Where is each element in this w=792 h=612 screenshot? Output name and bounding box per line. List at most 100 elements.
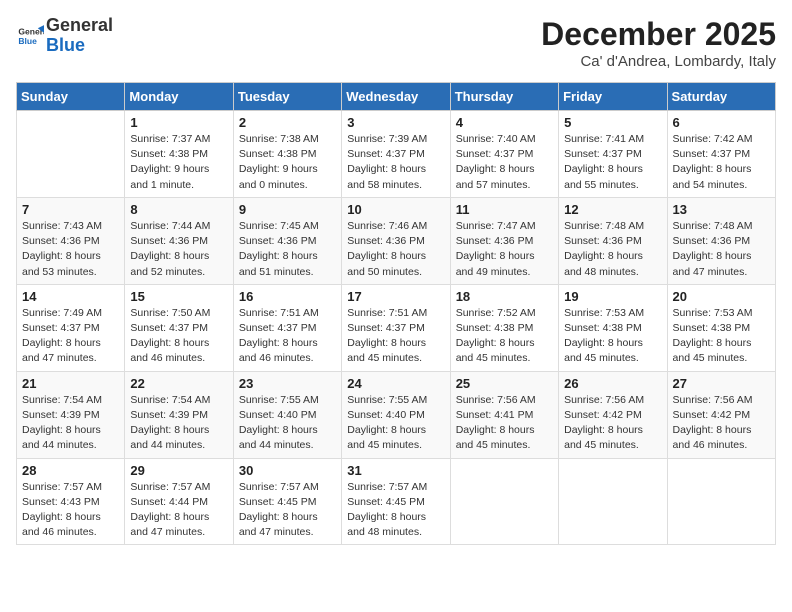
svg-text:Blue: Blue (18, 36, 37, 46)
logo: General Blue General Blue (16, 16, 113, 56)
day-number: 28 (22, 463, 119, 478)
day-number: 18 (456, 289, 553, 304)
day-number: 9 (239, 202, 336, 217)
weekday-header: Monday (125, 83, 233, 111)
weekday-header: Thursday (450, 83, 558, 111)
calendar-cell: 7 Sunrise: 7:43 AM Sunset: 4:36 PM Daylig… (17, 197, 125, 284)
calendar-cell: 24Sunrise: 7:55 AM Sunset: 4:40 PM Dayli… (342, 371, 450, 458)
day-info: Sunrise: 7:48 AM Sunset: 4:36 PM Dayligh… (673, 219, 770, 280)
day-number: 12 (564, 202, 661, 217)
day-info: Sunrise: 7:57 AM Sunset: 4:43 PM Dayligh… (22, 480, 119, 541)
calendar-cell: 25Sunrise: 7:56 AM Sunset: 4:41 PM Dayli… (450, 371, 558, 458)
day-info: Sunrise: 7:55 AM Sunset: 4:40 PM Dayligh… (239, 393, 336, 454)
day-number: 7 (22, 202, 119, 217)
day-number: 13 (673, 202, 770, 217)
day-info: Sunrise: 7:46 AM Sunset: 4:36 PM Dayligh… (347, 219, 444, 280)
calendar-cell: 18Sunrise: 7:52 AM Sunset: 4:38 PM Dayli… (450, 284, 558, 371)
calendar-cell: 11 Sunrise: 7:47 AM Sunset: 4:36 PM Dayli… (450, 197, 558, 284)
day-info: Sunrise: 7:56 AM Sunset: 4:42 PM Dayligh… (564, 393, 661, 454)
day-number: 23 (239, 376, 336, 391)
day-number: 27 (673, 376, 770, 391)
day-info: Sunrise: 7:47 AM Sunset: 4:36 PM Dayligh… (456, 219, 553, 280)
day-number: 10 (347, 202, 444, 217)
calendar-cell: 14 Sunrise: 7:49 AM Sunset: 4:37 PM Dayli… (17, 284, 125, 371)
day-number: 1 (130, 115, 227, 130)
calendar-cell: 8 Sunrise: 7:44 AM Sunset: 4:36 PM Daylig… (125, 197, 233, 284)
day-info: Sunrise: 7:37 AM Sunset: 4:38 PM Dayligh… (130, 132, 227, 193)
calendar-cell (559, 458, 667, 545)
calendar-cell: 10 Sunrise: 7:46 AM Sunset: 4:36 PM Dayli… (342, 197, 450, 284)
day-info: Sunrise: 7:54 AM Sunset: 4:39 PM Dayligh… (130, 393, 227, 454)
day-number: 15 (130, 289, 227, 304)
day-info: Sunrise: 7:54 AM Sunset: 4:39 PM Dayligh… (22, 393, 119, 454)
weekday-header: Tuesday (233, 83, 341, 111)
day-number: 31 (347, 463, 444, 478)
calendar-cell: 28 Sunrise: 7:57 AM Sunset: 4:43 PM Dayli… (17, 458, 125, 545)
day-info: Sunrise: 7:40 AM Sunset: 4:37 PM Dayligh… (456, 132, 553, 193)
day-number: 20 (673, 289, 770, 304)
day-info: Sunrise: 7:49 AM Sunset: 4:37 PM Dayligh… (22, 306, 119, 367)
day-info: Sunrise: 7:48 AM Sunset: 4:36 PM Dayligh… (564, 219, 661, 280)
day-number: 17 (347, 289, 444, 304)
day-number: 8 (130, 202, 227, 217)
day-number: 26 (564, 376, 661, 391)
calendar-cell: 21Sunrise: 7:54 AM Sunset: 4:39 PM Dayli… (17, 371, 125, 458)
calendar-cell: 2 Sunrise: 7:38 AM Sunset: 4:38 PM Daylig… (233, 111, 341, 198)
weekday-header: Saturday (667, 83, 775, 111)
calendar-cell: 19 Sunrise: 7:53 AM Sunset: 4:38 PM Dayli… (559, 284, 667, 371)
calendar-cell: 20 Sunrise: 7:53 AM Sunset: 4:38 PM Dayli… (667, 284, 775, 371)
day-info: Sunrise: 7:42 AM Sunset: 4:37 PM Dayligh… (673, 132, 770, 193)
day-number: 11 (456, 202, 553, 217)
calendar-cell: 4 Sunrise: 7:40 AM Sunset: 4:37 PM Daylig… (450, 111, 558, 198)
calendar-cell: 17 Sunrise: 7:51 AM Sunset: 4:37 PM Dayli… (342, 284, 450, 371)
month-title: December 2025 (541, 16, 776, 53)
calendar-cell: 3Sunrise: 7:39 AM Sunset: 4:37 PM Daylig… (342, 111, 450, 198)
day-info: Sunrise: 7:53 AM Sunset: 4:38 PM Dayligh… (564, 306, 661, 367)
day-info: Sunrise: 7:43 AM Sunset: 4:36 PM Dayligh… (22, 219, 119, 280)
calendar-cell: 13 Sunrise: 7:48 AM Sunset: 4:36 PM Dayli… (667, 197, 775, 284)
calendar-cell: 5 Sunrise: 7:41 AM Sunset: 4:37 PM Daylig… (559, 111, 667, 198)
day-number: 3 (347, 115, 444, 130)
calendar-cell: 16 Sunrise: 7:51 AM Sunset: 4:37 PM Dayli… (233, 284, 341, 371)
day-info: Sunrise: 7:56 AM Sunset: 4:42 PM Dayligh… (673, 393, 770, 454)
calendar-cell (17, 111, 125, 198)
day-info: Sunrise: 7:38 AM Sunset: 4:38 PM Dayligh… (239, 132, 336, 193)
calendar-table: SundayMondayTuesdayWednesdayThursdayFrid… (16, 82, 776, 545)
day-number: 16 (239, 289, 336, 304)
logo-general: General (46, 15, 113, 35)
day-info: Sunrise: 7:53 AM Sunset: 4:38 PM Dayligh… (673, 306, 770, 367)
day-number: 30 (239, 463, 336, 478)
day-number: 2 (239, 115, 336, 130)
calendar-cell: 1 Sunrise: 7:37 AM Sunset: 4:38 PM Daylig… (125, 111, 233, 198)
calendar-cell: 23 Sunrise: 7:55 AM Sunset: 4:40 PM Dayli… (233, 371, 341, 458)
day-info: Sunrise: 7:51 AM Sunset: 4:37 PM Dayligh… (347, 306, 444, 367)
day-info: Sunrise: 7:51 AM Sunset: 4:37 PM Dayligh… (239, 306, 336, 367)
title-section: December 2025 Ca' d'Andrea, Lombardy, It… (541, 16, 776, 70)
calendar-cell (667, 458, 775, 545)
day-number: 5 (564, 115, 661, 130)
day-info: Sunrise: 7:50 AM Sunset: 4:37 PM Dayligh… (130, 306, 227, 367)
day-info: Sunrise: 7:55 AM Sunset: 4:40 PM Dayligh… (347, 393, 444, 454)
calendar-cell: 22Sunrise: 7:54 AM Sunset: 4:39 PM Dayli… (125, 371, 233, 458)
day-info: Sunrise: 7:44 AM Sunset: 4:36 PM Dayligh… (130, 219, 227, 280)
day-info: Sunrise: 7:57 AM Sunset: 4:45 PM Dayligh… (347, 480, 444, 541)
calendar-cell: 31 Sunrise: 7:57 AM Sunset: 4:45 PM Dayli… (342, 458, 450, 545)
day-info: Sunrise: 7:41 AM Sunset: 4:37 PM Dayligh… (564, 132, 661, 193)
day-number: 4 (456, 115, 553, 130)
day-number: 25 (456, 376, 553, 391)
calendar-cell: 29Sunrise: 7:57 AM Sunset: 4:44 PM Dayli… (125, 458, 233, 545)
day-number: 14 (22, 289, 119, 304)
weekday-header: Friday (559, 83, 667, 111)
day-number: 19 (564, 289, 661, 304)
day-number: 6 (673, 115, 770, 130)
calendar-cell: 26 Sunrise: 7:56 AM Sunset: 4:42 PM Dayli… (559, 371, 667, 458)
weekday-header: Sunday (17, 83, 125, 111)
calendar-cell: 9 Sunrise: 7:45 AM Sunset: 4:36 PM Daylig… (233, 197, 341, 284)
day-info: Sunrise: 7:57 AM Sunset: 4:44 PM Dayligh… (130, 480, 227, 541)
calendar-cell: 6 Sunrise: 7:42 AM Sunset: 4:37 PM Daylig… (667, 111, 775, 198)
calendar-cell: 27 Sunrise: 7:56 AM Sunset: 4:42 PM Dayli… (667, 371, 775, 458)
calendar-cell: 30 Sunrise: 7:57 AM Sunset: 4:45 PM Dayli… (233, 458, 341, 545)
day-info: Sunrise: 7:57 AM Sunset: 4:45 PM Dayligh… (239, 480, 336, 541)
logo-blue: Blue (46, 35, 85, 55)
day-info: Sunrise: 7:45 AM Sunset: 4:36 PM Dayligh… (239, 219, 336, 280)
